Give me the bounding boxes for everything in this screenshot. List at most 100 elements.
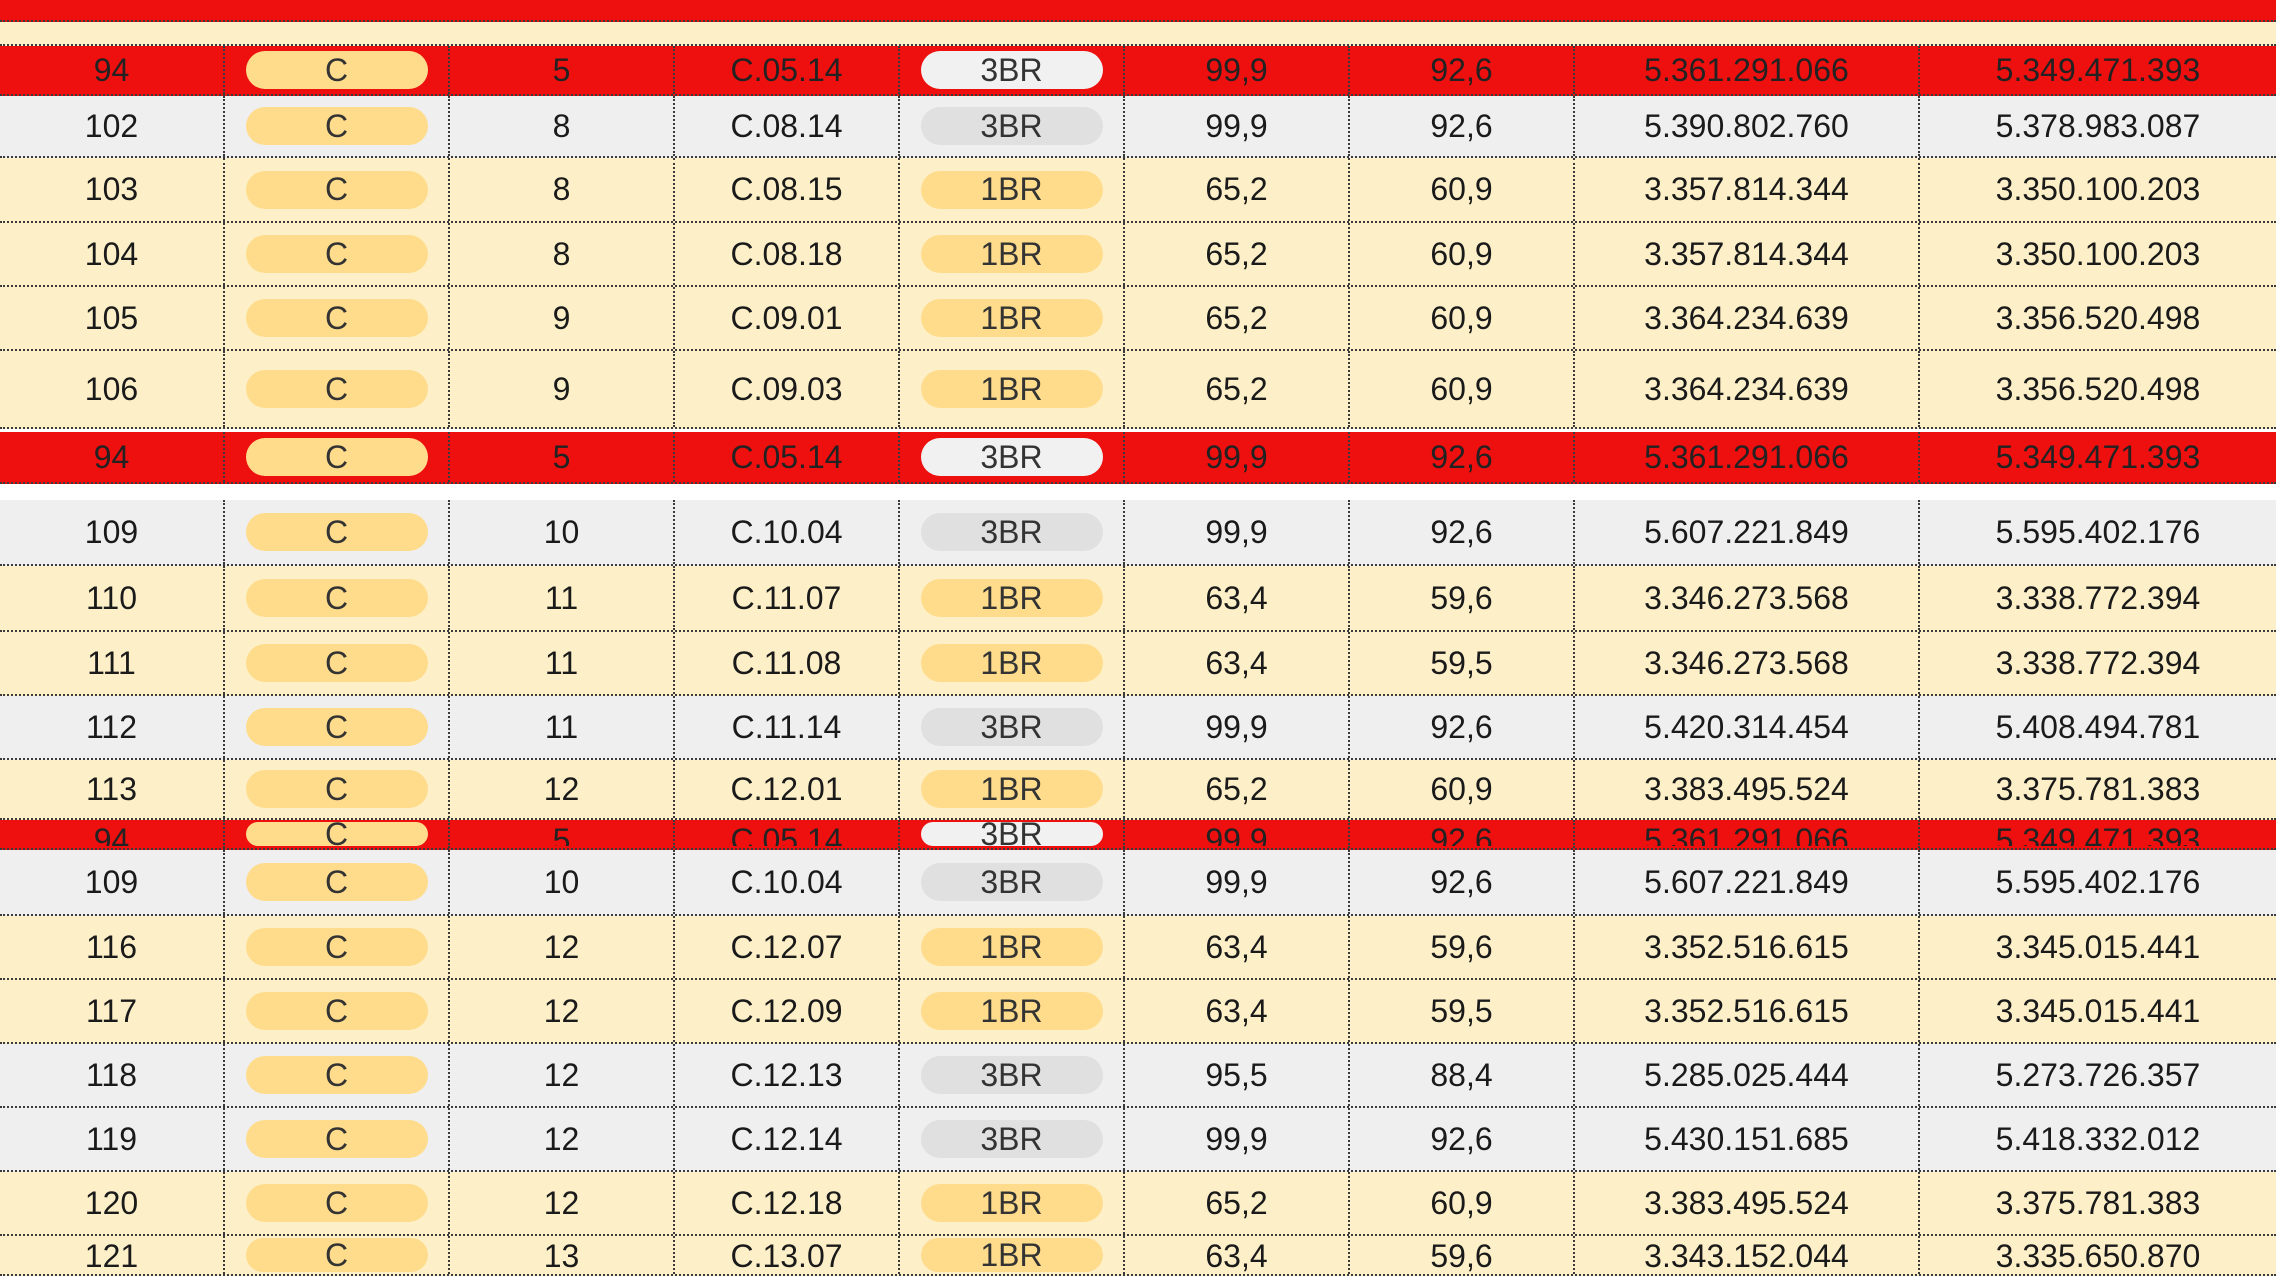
cell-area-net[interactable]: 92,6	[1350, 850, 1575, 914]
cell-unit[interactable]: C.12.18	[675, 1172, 900, 1234]
cell-price-a[interactable]: 3.357.814.344	[1575, 158, 1920, 221]
cell-block[interactable]: C	[225, 287, 450, 349]
cell-area-net[interactable]: 88,4	[1350, 1044, 1575, 1106]
cell-block[interactable]: C	[225, 566, 450, 630]
cell-block[interactable]: C	[225, 351, 450, 427]
cell-type[interactable]: 1BR	[900, 1172, 1125, 1234]
cell-type[interactable]: 1BR	[900, 916, 1125, 978]
cell-price-a[interactable]: 5.361.291.066	[1575, 820, 1920, 848]
cell-no[interactable]: 111	[0, 632, 225, 694]
cell-unit[interactable]: C.05.14	[675, 46, 900, 94]
cell-block[interactable]: C	[225, 46, 450, 94]
cell-area-gross[interactable]: 65,2	[1125, 287, 1350, 349]
cell-block[interactable]: C	[225, 1108, 450, 1170]
cell-type[interactable]: 1BR	[900, 287, 1125, 349]
cell-no[interactable]: 121	[0, 1236, 225, 1274]
cell-floor[interactable]: 12	[450, 1172, 675, 1234]
cell-price-a[interactable]: 5.390.802.760	[1575, 96, 1920, 156]
cell-type[interactable]: 1BR	[900, 760, 1125, 818]
cell-price-b[interactable]: 5.378.983.087	[1920, 96, 2276, 156]
cell-floor[interactable]: 5	[450, 46, 675, 94]
cell-price-b[interactable]: 3.356.520.498	[1920, 287, 2276, 349]
cell-price-b[interactable]: 3.335.650.870	[1920, 1236, 2276, 1274]
cell-unit[interactable]: C.12.13	[675, 1044, 900, 1106]
cell-price-b[interactable]: 5.418.332.012	[1920, 1108, 2276, 1170]
cell-area-gross[interactable]: 99,9	[1125, 46, 1350, 94]
cell-price-b[interactable]: 5.349.471.393	[1920, 46, 2276, 94]
cell-type[interactable]: 1BR	[900, 1236, 1125, 1274]
cell-floor[interactable]: 12	[450, 760, 675, 818]
cell-no[interactable]: 109	[0, 500, 225, 564]
cell-area-net[interactable]: 92,6	[1350, 1108, 1575, 1170]
cell-area-gross[interactable]: 63,4	[1125, 980, 1350, 1042]
cell-no[interactable]: 94	[0, 820, 225, 848]
cell-unit[interactable]: C.10.04	[675, 850, 900, 914]
cell-unit[interactable]: C.11.07	[675, 566, 900, 630]
cell-price-b[interactable]: 3.345.015.441	[1920, 916, 2276, 978]
cell-area-net[interactable]: 59,5	[1350, 632, 1575, 694]
cell-no[interactable]: 104	[0, 223, 225, 285]
cell-area-net[interactable]: 92,6	[1350, 500, 1575, 564]
cell-block[interactable]: C	[225, 980, 450, 1042]
cell-area-gross[interactable]: 63,4	[1125, 632, 1350, 694]
cell-price-a[interactable]: 3.346.273.568	[1575, 566, 1920, 630]
cell-price-b[interactable]: 3.345.015.441	[1920, 980, 2276, 1042]
cell-price-a[interactable]: 5.361.291.066	[1575, 432, 1920, 482]
cell-area-gross[interactable]: 65,2	[1125, 760, 1350, 818]
cell-price-a[interactable]: 3.357.814.344	[1575, 223, 1920, 285]
cell-no[interactable]: 94	[0, 46, 225, 94]
cell-unit[interactable]: C.12.14	[675, 1108, 900, 1170]
cell-unit[interactable]: C.13.07	[675, 1236, 900, 1274]
cell-floor[interactable]: 10	[450, 500, 675, 564]
cell-price-b[interactable]: 3.338.772.394	[1920, 566, 2276, 630]
cell-floor[interactable]: 8	[450, 223, 675, 285]
cell-price-b[interactable]: 5.595.402.176	[1920, 500, 2276, 564]
cell-area-gross[interactable]: 99,9	[1125, 696, 1350, 758]
cell-price-a[interactable]: 3.383.495.524	[1575, 760, 1920, 818]
cell-no[interactable]: 110	[0, 566, 225, 630]
cell-floor[interactable]: 12	[450, 1108, 675, 1170]
cell-price-a[interactable]: 3.383.495.524	[1575, 1172, 1920, 1234]
cell-type[interactable]: 1BR	[900, 980, 1125, 1042]
cell-unit[interactable]: C.12.09	[675, 980, 900, 1042]
cell-block[interactable]: C	[225, 500, 450, 564]
cell-area-gross[interactable]: 63,4	[1125, 1236, 1350, 1274]
cell-area-gross[interactable]: 99,9	[1125, 850, 1350, 914]
cell-price-b[interactable]: 3.338.772.394	[1920, 632, 2276, 694]
cell-unit[interactable]: C.08.18	[675, 223, 900, 285]
cell-area-net[interactable]: 59,6	[1350, 566, 1575, 630]
cell-unit[interactable]: C.10.04	[675, 500, 900, 564]
cell-price-b[interactable]: 3.356.520.498	[1920, 351, 2276, 427]
cell-area-gross[interactable]: 63,4	[1125, 916, 1350, 978]
cell-block[interactable]: C	[225, 820, 450, 848]
cell-area-net[interactable]: 59,6	[1350, 916, 1575, 978]
cell-block[interactable]: C	[225, 432, 450, 482]
cell-no[interactable]: 109	[0, 850, 225, 914]
cell-area-gross[interactable]: 65,2	[1125, 223, 1350, 285]
cell-unit[interactable]: C.12.07	[675, 916, 900, 978]
cell-type[interactable]: 3BR	[900, 500, 1125, 564]
cell-area-gross[interactable]: 99,9	[1125, 1108, 1350, 1170]
cell-area-net[interactable]: 92,6	[1350, 46, 1575, 94]
cell-price-b[interactable]: 5.349.471.393	[1920, 820, 2276, 848]
cell-unit[interactable]: C.08.14	[675, 96, 900, 156]
cell-no[interactable]: 116	[0, 916, 225, 978]
cell-price-b[interactable]: 3.375.781.383	[1920, 1172, 2276, 1234]
cell-area-net[interactable]: 60,9	[1350, 158, 1575, 221]
cell-area-gross[interactable]: 99,9	[1125, 96, 1350, 156]
cell-area-gross[interactable]: 65,2	[1125, 351, 1350, 427]
cell-area-net[interactable]: 60,9	[1350, 760, 1575, 818]
cell-area-gross[interactable]: 65,2	[1125, 158, 1350, 221]
cell-type[interactable]: 3BR	[900, 96, 1125, 156]
cell-type[interactable]: 1BR	[900, 158, 1125, 221]
cell-unit[interactable]: C.09.01	[675, 287, 900, 349]
cell-price-a[interactable]: 5.430.151.685	[1575, 1108, 1920, 1170]
cell-floor[interactable]: 8	[450, 96, 675, 156]
cell-area-gross[interactable]: 99,9	[1125, 432, 1350, 482]
cell-block[interactable]: C	[225, 1172, 450, 1234]
cell-area-net[interactable]: 92,6	[1350, 432, 1575, 482]
cell-price-b[interactable]: 3.350.100.203	[1920, 223, 2276, 285]
cell-block[interactable]: C	[225, 850, 450, 914]
cell-unit[interactable]: C.08.15	[675, 158, 900, 221]
cell-type[interactable]: 3BR	[900, 46, 1125, 94]
